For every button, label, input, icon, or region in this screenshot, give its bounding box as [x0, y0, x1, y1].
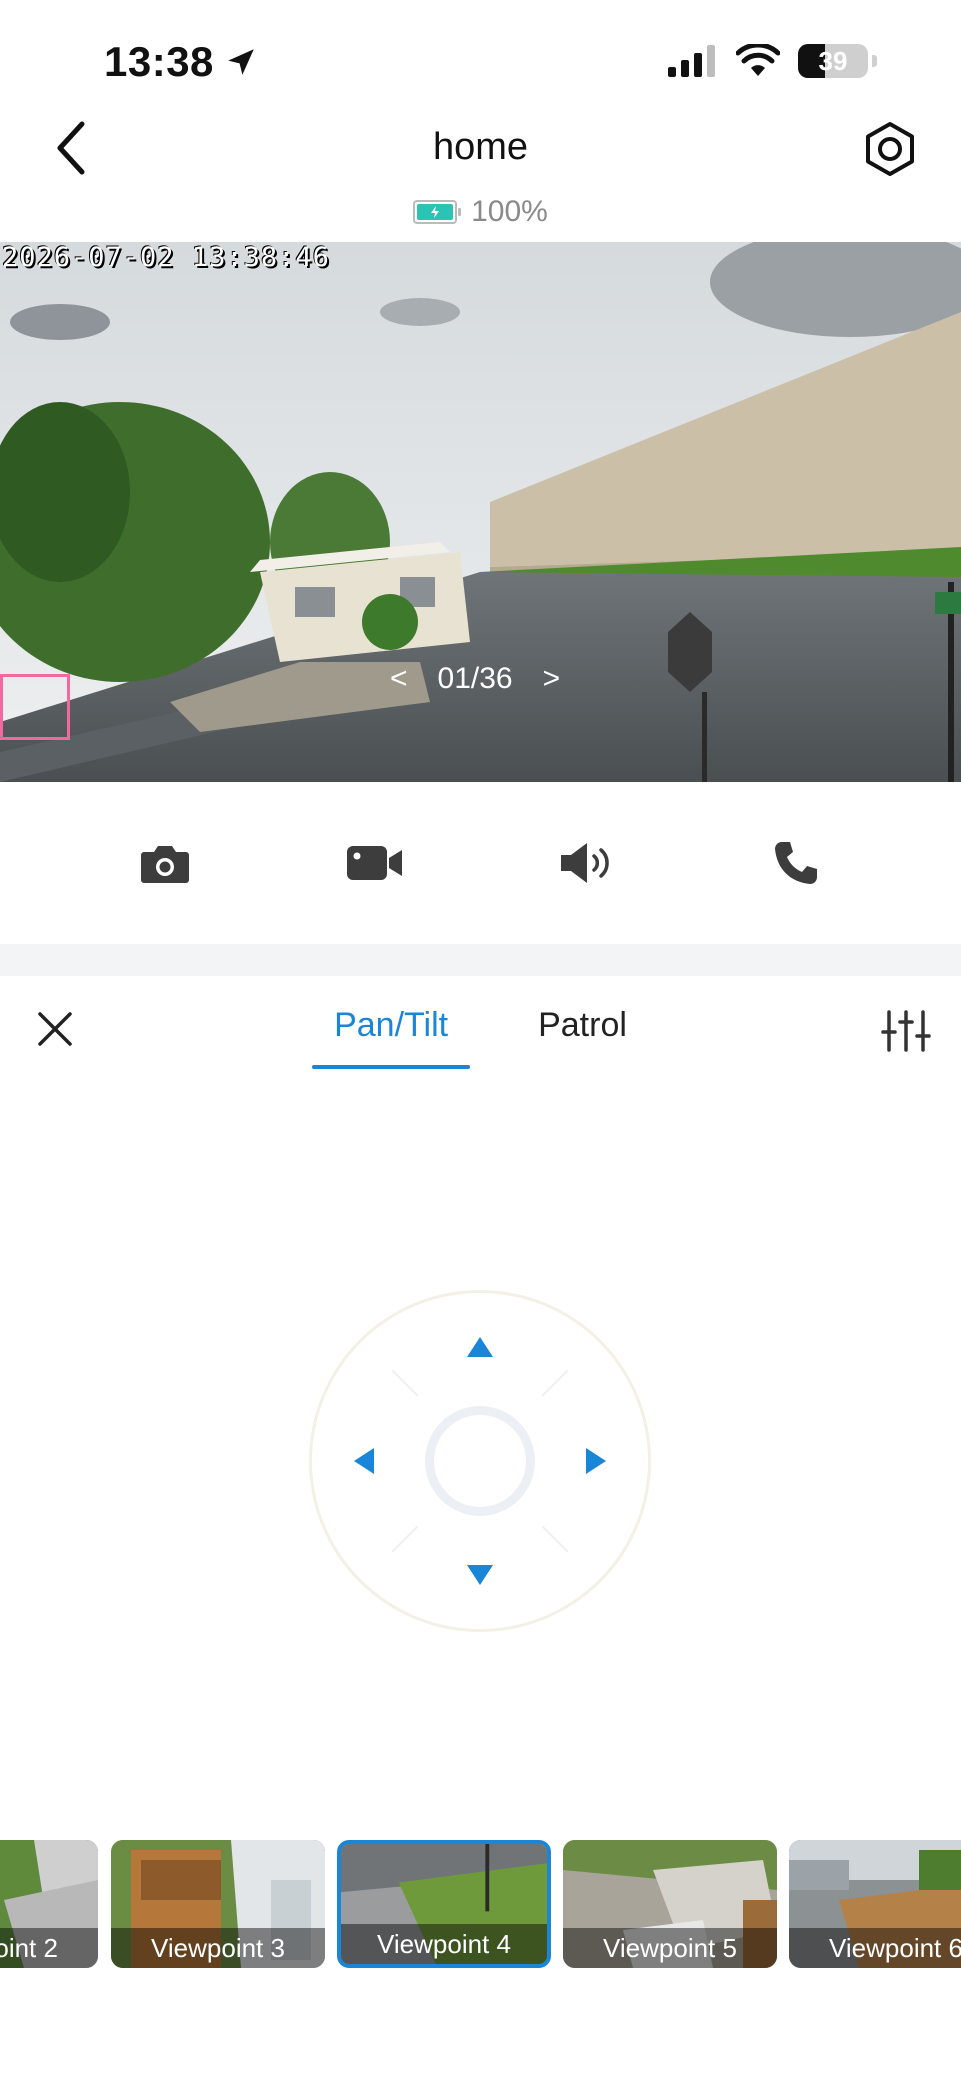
viewpoint-card-2[interactable]: Viewpoint 2	[0, 1840, 98, 1968]
pan-right-button[interactable]	[571, 1436, 621, 1486]
status-time: 13:38	[104, 38, 258, 86]
joystick-center[interactable]	[425, 1406, 535, 1516]
battery-level: 39	[818, 45, 848, 76]
action-bar	[0, 782, 961, 944]
triangle-left-icon	[354, 1448, 374, 1474]
audio-button[interactable]	[556, 833, 616, 893]
status-icons: 39	[668, 44, 877, 78]
location-arrow-icon	[228, 49, 254, 75]
battery-percent: 100%	[471, 195, 548, 228]
tab-patrol[interactable]: Patrol	[516, 998, 649, 1069]
pager-next-button[interactable]: >	[543, 662, 561, 696]
viewpoint-card-6[interactable]: Viewpoint 6	[789, 1840, 961, 1968]
pager-label: 01/36	[437, 662, 513, 695]
battery-charging-icon	[413, 200, 462, 224]
viewpoint-card-4[interactable]: Viewpoint 4	[337, 1840, 551, 1968]
camera-battery: 100%	[0, 195, 961, 229]
nav-bar: home	[0, 110, 961, 188]
tilt-down-button[interactable]	[455, 1550, 505, 1600]
triangle-down-icon	[467, 1565, 493, 1585]
battery-icon: 39	[798, 44, 868, 78]
snapshot-button[interactable]	[135, 833, 195, 893]
triangle-up-icon	[467, 1337, 493, 1357]
viewpoint-label: Viewpoint 6	[789, 1928, 961, 1968]
event-pager: < 01/36 >	[390, 662, 560, 696]
page-title: home	[432, 126, 529, 168]
tilt-up-button[interactable]	[455, 1322, 505, 1372]
settings-hex-icon[interactable]	[861, 120, 919, 178]
viewpoint-card-5[interactable]: Viewpoint 5	[563, 1840, 777, 1968]
pan-tilt-joystick[interactable]	[309, 1290, 651, 1632]
pager-prev-button[interactable]: <	[390, 662, 408, 696]
sliders-icon[interactable]	[881, 1006, 931, 1056]
viewpoint-label: Viewpoint 5	[563, 1928, 777, 1968]
cellular-signal-icon	[668, 45, 715, 77]
wifi-icon	[736, 44, 780, 76]
camera-scene-image	[0, 242, 961, 782]
viewpoint-card-3[interactable]: Viewpoint 3	[111, 1840, 325, 1968]
control-tabs: Pan/Tilt Patrol	[0, 998, 961, 1069]
viewpoint-label: Viewpoint 4	[341, 1924, 547, 1964]
video-record-icon	[347, 846, 403, 880]
viewpoint-label: Viewpoint 3	[111, 1928, 325, 1968]
detection-box[interactable]	[0, 674, 70, 740]
call-button[interactable]	[766, 833, 826, 893]
viewpoint-strip[interactable]: Viewpoint 2 Viewpoint 3 Viewpoint 4 View…	[0, 1838, 961, 1970]
viewpoint-label: Viewpoint 2	[0, 1928, 98, 1968]
video-timestamp: 2026-07-02 13:38:46	[2, 242, 330, 273]
pan-left-button[interactable]	[339, 1436, 389, 1486]
phone-icon	[774, 842, 817, 884]
speaker-icon	[560, 843, 609, 883]
tab-pan-tilt[interactable]: Pan/Tilt	[312, 998, 471, 1069]
record-button[interactable]	[345, 833, 405, 893]
camera-icon	[141, 846, 190, 883]
status-bar: 13:38 39	[0, 0, 961, 120]
live-video-feed[interactable]: 2026-07-02 13:38:46 < 01/36 >	[0, 242, 961, 782]
triangle-right-icon	[586, 1448, 606, 1474]
